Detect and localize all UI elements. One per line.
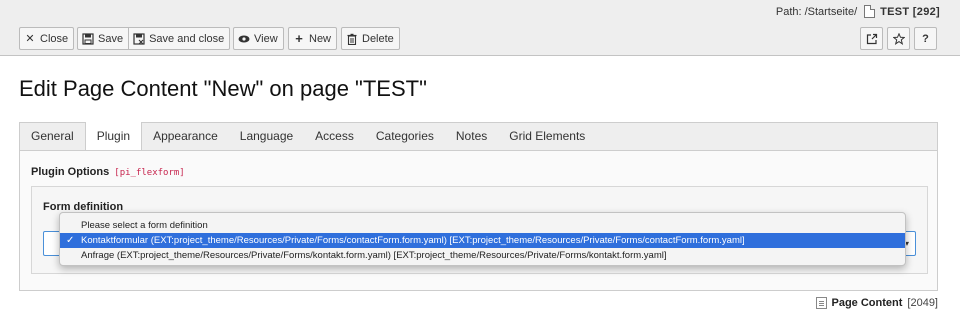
view-group: View (233, 27, 284, 50)
record-id: [2049] (907, 297, 938, 309)
help-group: ? (914, 27, 937, 50)
close-button[interactable]: ✕ Close (19, 27, 75, 50)
save-close-icon (133, 32, 145, 45)
path-segment[interactable]: /Startseite/ (805, 6, 858, 18)
help-button[interactable]: ? (914, 27, 937, 50)
plugin-options-code: [pi_flexform] (114, 168, 185, 178)
form-option-placeholder[interactable]: Please select a form definition (60, 218, 905, 233)
view-label: View (254, 32, 278, 45)
tab-general[interactable]: General (20, 123, 85, 151)
path-page-title: TEST [292] (880, 5, 940, 18)
save-label: Save (98, 32, 124, 45)
record-type: Page Content (831, 297, 903, 309)
open-in-new-window-button[interactable] (860, 27, 883, 50)
new-button[interactable]: + New (288, 27, 338, 50)
plus-icon: + (295, 30, 303, 46)
close-label: Close (40, 32, 69, 45)
plugin-options-heading: Plugin Options [pi_flexform] (31, 166, 185, 178)
view-button[interactable]: View (233, 27, 284, 50)
save-and-close-label: Save and close (149, 32, 225, 45)
tab-notes[interactable]: Notes (445, 123, 498, 151)
content-element-icon (815, 297, 827, 309)
form-option-kontaktformular-label: Kontaktformular (EXT:project_theme/Resou… (81, 235, 745, 246)
tab-bar: General Plugin Appearance Language Acces… (19, 122, 938, 151)
close-group: ✕ Close (19, 27, 75, 50)
external-link-icon (866, 33, 878, 45)
bookmark-group (887, 27, 910, 50)
bookmark-button[interactable] (887, 27, 910, 50)
record-info: Page Content [2049] (815, 297, 938, 309)
tab-appearance[interactable]: Appearance (142, 123, 229, 151)
help-icon: ? (922, 32, 929, 45)
save-and-close-button[interactable]: Save and close (128, 27, 231, 50)
save-icon (82, 32, 94, 45)
page-title: Edit Page Content "New" on page "TEST" (19, 76, 427, 101)
save-button[interactable]: Save (77, 27, 130, 50)
delete-button[interactable]: Delete (341, 27, 400, 50)
path-label: Path: (775, 5, 802, 18)
check-icon: ✓ (66, 235, 75, 246)
form-definition-options-list: Please select a form definition ✓ Kontak… (59, 212, 906, 266)
save-group: Save Save and close (77, 27, 231, 50)
tab-grid-elements[interactable]: Grid Elements (498, 123, 596, 151)
tab-plugin[interactable]: Plugin (84, 122, 143, 151)
plugin-options-title: Plugin Options (31, 166, 110, 178)
new-label: New (309, 32, 332, 45)
doc-header: Path: /Startseite/ TEST [292] ✕ Close Sa… (0, 0, 960, 56)
trash-icon (346, 33, 358, 45)
eye-icon (238, 33, 250, 45)
page-icon (864, 5, 876, 18)
open-new-window-group (860, 27, 883, 50)
tab-categories[interactable]: Categories (365, 123, 445, 151)
new-group: + New (288, 27, 338, 50)
tab-access[interactable]: Access (304, 123, 365, 151)
close-icon: ✕ (25, 32, 35, 45)
form-option-kontaktformular[interactable]: ✓ Kontaktformular (EXT:project_theme/Res… (60, 233, 905, 248)
form-option-anfrage[interactable]: Anfrage (EXT:project_theme/Resources/Pri… (60, 248, 905, 263)
star-icon (892, 32, 905, 45)
delete-group: Delete (341, 27, 400, 50)
breadcrumb: Path: /Startseite/ TEST [292] (776, 5, 940, 18)
tab-language[interactable]: Language (229, 123, 304, 151)
delete-label: Delete (362, 32, 394, 45)
